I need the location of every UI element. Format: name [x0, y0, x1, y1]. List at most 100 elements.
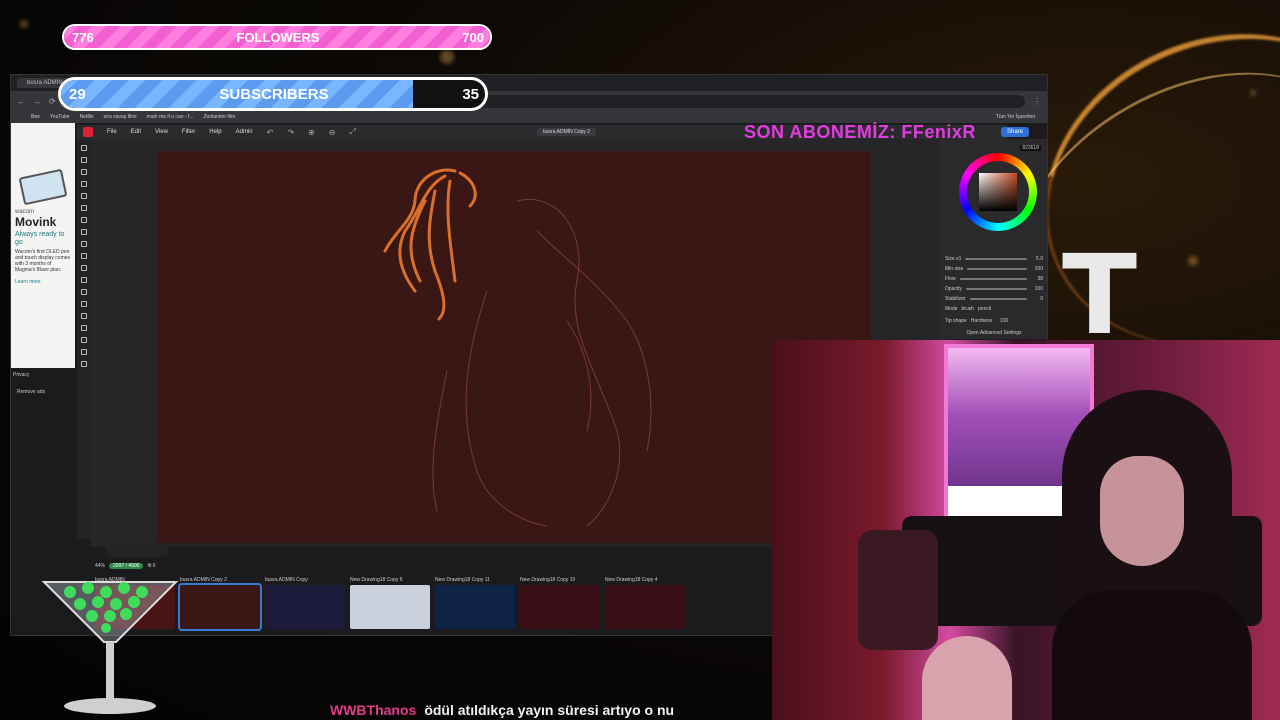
undo-redo-pill[interactable]	[105, 545, 169, 557]
document-thumb[interactable]: New Drawing18 Copy 4	[605, 577, 685, 635]
tip-shape-row: Tip shape Hardness 100	[945, 317, 1043, 325]
select-tool-icon[interactable]	[81, 157, 87, 163]
remove-ads-button[interactable]: Remove ads	[17, 389, 45, 395]
shape-tool-icon[interactable]	[81, 301, 87, 307]
menu-admin[interactable]: Admin	[236, 129, 253, 135]
chat-username: WWBThanos	[330, 702, 417, 718]
subscribers-goal: 35	[462, 85, 479, 103]
thumb-image	[350, 585, 430, 629]
thumb-image	[265, 585, 345, 629]
saturation-square[interactable]	[979, 173, 1017, 211]
subscribers-label: SUBSCRIBERS	[219, 85, 329, 103]
overlay-letter: T	[1062, 231, 1138, 359]
followers-goal: 700	[462, 29, 484, 45]
thumb-label: busra ADMİN Copy 2	[180, 577, 227, 583]
row-value: 100	[1034, 266, 1043, 272]
hair-drawing	[383, 168, 477, 321]
document-thumb[interactable]: New Drawing18 Copy 11	[435, 577, 515, 635]
chat-message: WWBThanos ödül atıldıkça yayın süresi art…	[330, 702, 674, 718]
more-tools-icon[interactable]	[81, 361, 87, 367]
flow-slider[interactable]	[959, 278, 1027, 280]
subscribers-current: 29	[69, 85, 86, 103]
bookmark-item[interactable]: YouTube	[50, 114, 70, 120]
row-label: Stabilizer	[945, 296, 966, 302]
lasso-tool-icon[interactable]	[81, 169, 87, 175]
forward-icon[interactable]: →	[33, 97, 41, 106]
menu-filter[interactable]: Filter	[182, 129, 195, 135]
stabilizer-slider[interactable]	[969, 298, 1027, 300]
hand-tool-icon[interactable]	[81, 313, 87, 319]
bookmark-item[interactable]: Bee	[31, 114, 40, 120]
size-slider[interactable]	[965, 258, 1027, 260]
pointer-tool-icon[interactable]	[81, 145, 87, 151]
drawing-canvas[interactable]	[157, 151, 871, 543]
mode-brush-button[interactable]: brush	[962, 306, 975, 312]
zoom-tool-icon[interactable]	[81, 325, 87, 331]
document-thumb[interactable]: New Drawing18 Copy 6	[350, 577, 430, 635]
thumb-label: New Drawing18 Copy 6	[350, 577, 403, 583]
pencil-tool-icon[interactable]	[81, 229, 87, 235]
all-bookmarks[interactable]: Tüm Yer İşaretleri	[996, 114, 1035, 120]
thumb-label: New Drawing18 Copy 10	[520, 577, 576, 583]
rotate-tool-icon[interactable]	[81, 337, 87, 343]
row-value: 5.0	[1036, 256, 1043, 262]
sidebar-ad[interactable]: wacom Movink Always ready to go Wacom's …	[11, 123, 75, 368]
eyedropper-tool-icon[interactable]	[81, 205, 87, 211]
extensions-icon[interactable]: ⋮	[1033, 97, 1041, 106]
tip-label: Tip shape	[945, 318, 967, 324]
transform-tool-icon[interactable]	[81, 181, 87, 187]
hardness-label: Hardness	[970, 318, 993, 324]
followers-current: 776	[72, 29, 94, 45]
mode-pencil-button[interactable]: pencil	[978, 306, 991, 312]
document-thumb-active[interactable]: busra ADMİN Copy 2	[178, 577, 262, 635]
document-thumb[interactable]: busra ADMİN Copy	[265, 577, 345, 635]
followers-label: FOLLOWERS	[236, 29, 320, 45]
bookmark-item[interactable]: Zoolander film	[204, 114, 236, 120]
crop-tool-icon[interactable]	[81, 193, 87, 199]
smudge-tool-icon[interactable]	[81, 253, 87, 259]
streamer	[1052, 380, 1252, 720]
bokeh-light	[440, 50, 454, 64]
share-button[interactable]: Share	[1001, 127, 1030, 137]
fullscreen-icon[interactable]: ⤢	[349, 127, 355, 137]
back-icon[interactable]: ←	[17, 97, 25, 106]
menu-edit[interactable]: Edit	[131, 129, 141, 135]
eraser-tool-icon[interactable]	[81, 241, 87, 247]
bookmark-item[interactable]: sıra savaş filmi	[103, 114, 136, 120]
redo-icon[interactable]: ↷	[287, 128, 294, 137]
brush-tool-icon[interactable]	[81, 217, 87, 223]
ad-learn-more[interactable]: Learn more	[15, 279, 71, 285]
reload-icon[interactable]: ⟳	[49, 97, 56, 106]
gradient-tool-icon[interactable]	[81, 277, 87, 283]
brush-row-flow: Flow 38	[945, 275, 1043, 283]
zoom-in-icon[interactable]: ⊕	[308, 128, 315, 137]
canvas-extra: fit 6	[147, 563, 156, 569]
hex-value[interactable]: 823618	[1020, 145, 1041, 151]
streamer-body	[1052, 590, 1252, 720]
subscribers-goal-bar: 29 SUBSCRIBERS 35	[58, 77, 488, 111]
menu-file[interactable]: File	[107, 129, 117, 135]
fill-tool-icon[interactable]	[81, 265, 87, 271]
document-thumb[interactable]: New Drawing18 Copy 10	[520, 577, 600, 635]
row-label: Min size	[945, 266, 964, 272]
zoom-out-icon[interactable]: ⊖	[329, 128, 336, 137]
app-logo-icon	[83, 127, 93, 137]
opacity-slider[interactable]	[965, 288, 1027, 290]
bookmark-item[interactable]: Netflix	[80, 114, 94, 120]
row-value: 38	[1037, 276, 1043, 282]
hardness-value: 100	[999, 318, 1009, 324]
bookmark-item[interactable]: mark me if u can - f...	[147, 114, 194, 120]
min-size-slider[interactable]	[967, 268, 1027, 270]
open-advanced-settings-button[interactable]: Open Advanced Settings	[966, 330, 1021, 336]
thumb-image	[605, 585, 685, 629]
text-tool-icon[interactable]	[81, 289, 87, 295]
cocktail-glass-icon	[41, 581, 179, 714]
document-filmstrip: busra ADMİN busra ADMİN Copy 2 busra ADM…	[95, 577, 785, 635]
menu-view[interactable]: View	[155, 129, 168, 135]
undo-icon[interactable]: ↶	[267, 128, 274, 137]
row-label: Opacity	[945, 286, 962, 292]
menu-help[interactable]: Help	[209, 129, 221, 135]
comment-tool-icon[interactable]	[81, 349, 87, 355]
brush-row-stabilizer: Stabilizer 0	[945, 295, 1043, 303]
cushion	[858, 530, 938, 650]
